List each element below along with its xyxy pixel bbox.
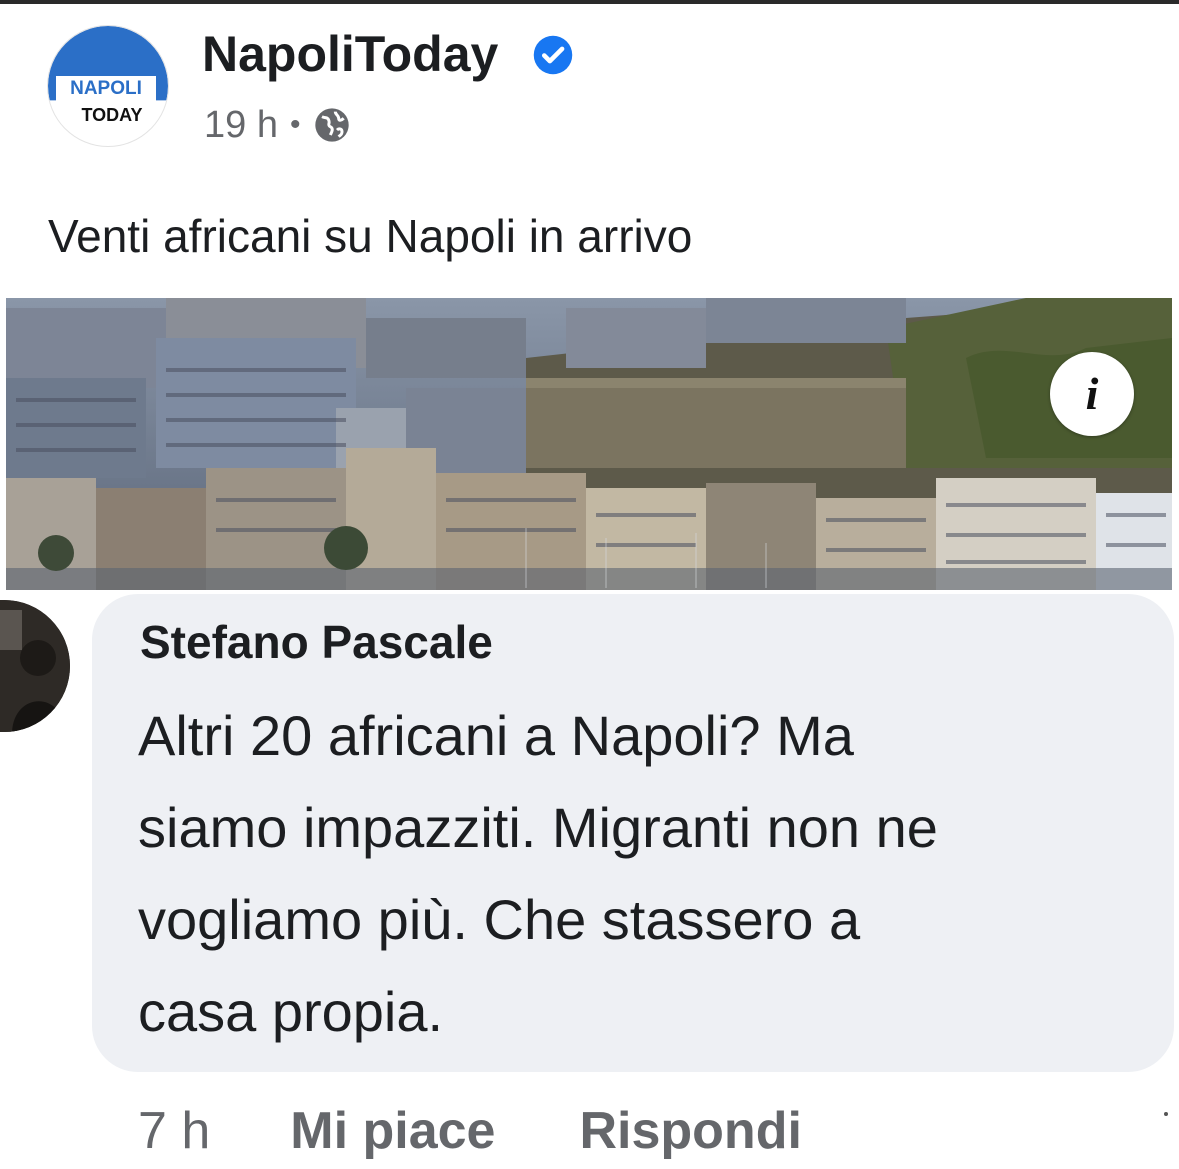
verified-badge-icon [533, 35, 573, 75]
link-preview-image[interactable] [6, 298, 1172, 590]
like-button[interactable]: Mi piace [290, 1101, 495, 1161]
page-name-link[interactable]: NapoliToday [202, 24, 498, 84]
comment-timestamp[interactable]: 7 h [138, 1101, 210, 1161]
info-button[interactable]: i [1050, 352, 1134, 436]
logo-word-napoli: NAPOLI [56, 76, 156, 102]
post-meta: 19 h • [204, 100, 352, 150]
page-avatar[interactable]: NAPOLI TODAY [48, 26, 168, 146]
comment-author[interactable]: Stefano Pascale [140, 612, 493, 672]
commenter-avatar[interactable] [0, 600, 70, 732]
post-text: Venti africani su Napoli in arrivo [48, 210, 693, 262]
reply-button[interactable]: Rispondi [579, 1101, 801, 1161]
post-timestamp[interactable]: 19 h [204, 104, 278, 147]
logo-word-today: TODAY [81, 105, 143, 125]
top-divider [0, 0, 1179, 4]
stray-dot [1164, 1112, 1168, 1116]
avatar-photo [0, 600, 70, 732]
comment-actions: 7 h Mi piace Rispondi [138, 1096, 802, 1166]
meta-separator: • [289, 108, 301, 141]
globe-icon[interactable] [312, 105, 352, 145]
city-skyline-photo [6, 298, 1172, 590]
comment-text: Altri 20 africani a Napoli? Ma siamo imp… [138, 704, 938, 1043]
